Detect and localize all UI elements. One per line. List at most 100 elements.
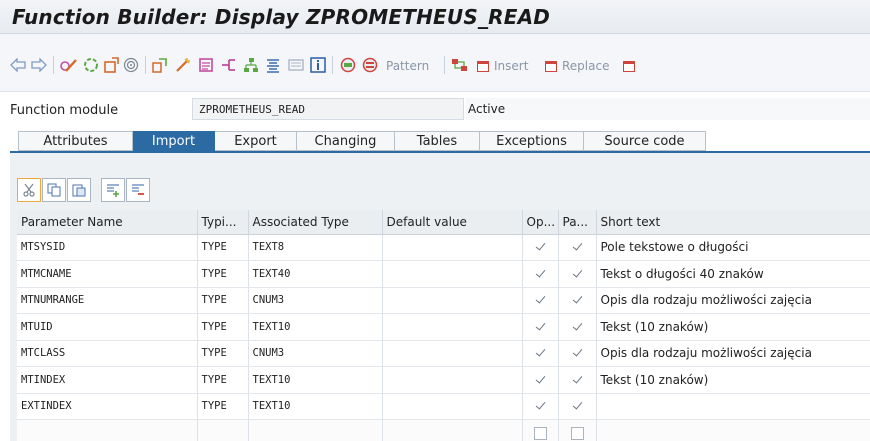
tab-exceptions[interactable]: Exceptions [480,131,584,151]
short-text-cell[interactable]: Opis dla rodzaju możliwości zajęcia [596,287,870,314]
pass-value-cell[interactable] [558,419,597,441]
test-icon[interactable] [175,56,191,74]
other-object-icon[interactable] [83,56,99,74]
tab-source-code[interactable]: Source code [584,131,706,151]
tab-changing[interactable]: Changing [297,131,395,151]
check-icon[interactable] [103,56,119,74]
associated-type-cell[interactable]: TEXT8 [248,234,383,261]
pass-value-cell[interactable] [558,366,597,394]
tab-export[interactable]: Export [215,131,297,151]
parameter-name-cell[interactable]: MTUID [17,313,198,341]
insert-row-icon[interactable] [101,178,125,202]
associated-type-cell[interactable]: TEXT10 [248,313,383,341]
short-text-cell[interactable] [596,393,870,420]
optional-cell[interactable] [522,419,559,441]
typing-cell[interactable]: TYPE [197,234,249,261]
activate-icon[interactable] [123,56,139,74]
copy-icon[interactable] [42,178,66,202]
info-icon[interactable] [310,56,326,74]
parameter-name-cell[interactable] [17,419,198,441]
pass-value-cell[interactable] [558,287,597,314]
parameter-name-cell[interactable]: MTINDEX [17,366,198,394]
parameter-name-cell[interactable]: MTNUMRANGE [17,287,198,314]
forward-icon[interactable] [31,56,47,74]
optional-checkbox[interactable] [534,400,547,413]
pass-value-checkbox[interactable] [570,426,584,440]
optional-cell[interactable] [522,393,559,420]
default-value-cell[interactable] [382,366,523,394]
pretty-printer-icon[interactable] [265,56,281,74]
optional-cell[interactable] [522,260,559,288]
pass-value-cell[interactable] [558,340,597,367]
pass-value-checkbox[interactable] [571,268,584,281]
associated-type-cell[interactable]: TEXT40 [248,260,383,288]
optional-cell[interactable] [522,340,559,367]
associated-type-cell[interactable] [248,419,383,441]
default-value-cell[interactable] [382,287,523,314]
navigation-icon[interactable] [220,56,238,74]
pass-value-checkbox[interactable] [571,294,584,307]
associated-type-cell[interactable]: CNUM3 [248,287,383,314]
optional-checkbox[interactable] [534,268,547,281]
pass-value-cell[interactable] [558,234,597,261]
short-text-cell[interactable]: Tekst (10 znaków) [596,366,870,394]
column-header[interactable]: Op... [522,210,559,235]
delete-button[interactable] [623,57,635,75]
typing-cell[interactable]: TYPE [197,260,249,288]
optional-cell[interactable] [522,366,559,394]
default-value-cell[interactable] [382,393,523,420]
pass-value-cell[interactable] [558,393,597,420]
typing-cell[interactable] [197,419,249,441]
optional-checkbox[interactable] [534,321,547,334]
pass-value-checkbox[interactable] [571,374,584,387]
stop-icon[interactable] [340,56,356,74]
insert-button[interactable]: Insert [477,57,528,75]
short-text-cell[interactable]: Opis dla rodzaju możliwości zajęcia [596,340,870,367]
replace-button[interactable]: Replace [545,57,609,75]
tab-attributes[interactable]: Attributes [18,131,133,151]
pass-value-checkbox[interactable] [571,321,584,334]
default-value-cell[interactable] [382,234,523,261]
typing-cell[interactable]: TYPE [197,340,249,367]
default-value-cell[interactable] [382,260,523,288]
default-value-cell[interactable] [382,340,523,367]
hierarchy-icon[interactable] [243,56,259,74]
parameter-name-cell[interactable]: MTCLASS [17,340,198,367]
optional-cell[interactable] [522,287,559,314]
typing-cell[interactable]: TYPE [197,287,249,314]
parameter-name-cell[interactable]: EXTINDEX [17,393,198,420]
short-text-cell[interactable] [596,419,870,441]
optional-checkbox[interactable] [534,241,547,254]
tab-tables[interactable]: Tables [395,131,480,151]
tab-import[interactable]: Import [133,131,215,151]
column-header[interactable]: Typi... [197,210,249,235]
column-header[interactable]: Parameter Name [17,210,198,235]
optional-checkbox[interactable] [534,294,547,307]
display-object-icon[interactable] [288,56,304,74]
where-used-icon[interactable] [152,56,168,74]
optional-checkbox[interactable] [534,374,547,387]
default-value-cell[interactable] [382,313,523,341]
associated-type-cell[interactable]: TEXT10 [248,393,383,420]
associated-type-cell[interactable]: CNUM3 [248,340,383,367]
delete-row-icon[interactable] [126,178,150,202]
default-value-cell[interactable] [382,419,523,441]
cut-icon[interactable] [17,178,41,202]
associated-type-cell[interactable]: TEXT10 [248,366,383,394]
sort-icon[interactable] [451,56,469,74]
column-header[interactable]: Pa... [558,210,597,235]
pass-value-checkbox[interactable] [571,400,584,413]
pass-value-cell[interactable] [558,260,597,288]
column-header[interactable]: Associated Type [248,210,383,235]
short-text-cell[interactable]: Tekst (10 znaków) [596,313,870,341]
optional-cell[interactable] [522,234,559,261]
optional-checkbox[interactable] [534,347,547,360]
back-icon[interactable] [10,56,26,74]
optional-checkbox[interactable] [533,426,547,440]
object-list-icon[interactable] [198,56,214,74]
breakpoint-icon[interactable] [362,56,378,74]
optional-cell[interactable] [522,313,559,341]
parameter-name-cell[interactable]: MTMCNAME [17,260,198,288]
short-text-cell[interactable]: Pole tekstowe o długości [596,234,870,261]
typing-cell[interactable]: TYPE [197,393,249,420]
